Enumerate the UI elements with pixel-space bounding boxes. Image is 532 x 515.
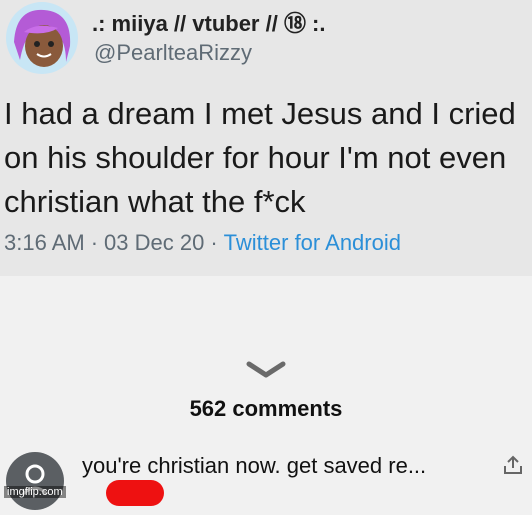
meta-separator: ·	[210, 230, 218, 255]
redaction-mark	[106, 480, 164, 506]
user-handle[interactable]: @PearlteaRizzy	[94, 40, 252, 66]
share-icon[interactable]	[502, 454, 524, 481]
avatar-image	[14, 9, 71, 67]
chevron-down-icon[interactable]	[245, 360, 287, 385]
tweet-meta: 3:16 AM · 03 Dec 20 · Twitter for Android	[4, 230, 401, 256]
comments-count: 562 comments	[189, 396, 343, 421]
display-name[interactable]: .: miiya // vtuber // ⑱ :.	[92, 6, 326, 38]
user-icon	[21, 464, 49, 496]
tweet-client-link[interactable]: Twitter for Android	[224, 230, 401, 255]
comment-avatar[interactable]	[6, 452, 64, 510]
watermark: imgflip.com	[4, 486, 66, 498]
tweet-card: .: miiya // vtuber // ⑱ :. @PearlteaRizz…	[0, 0, 532, 276]
tweet-text: I had a dream I met Jesus and I cried on…	[4, 96, 516, 219]
meta-separator: ·	[90, 230, 99, 255]
comment-text: you're christian now. get saved re...	[82, 453, 427, 478]
tweet-time: 3:16 AM	[4, 230, 85, 255]
avatar[interactable]	[6, 2, 78, 74]
tweet-date: 03 Dec 20	[104, 230, 205, 255]
